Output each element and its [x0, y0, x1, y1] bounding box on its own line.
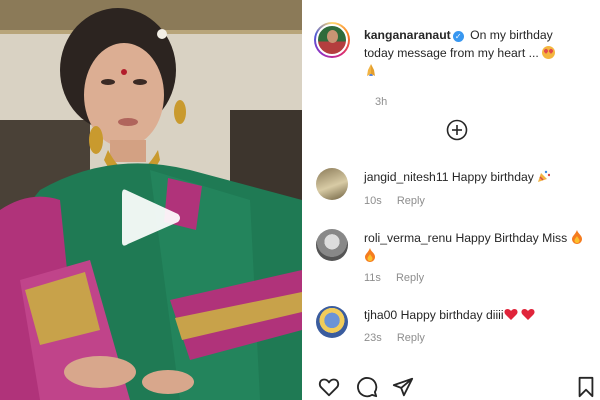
- comment-time: 11s: [364, 272, 381, 284]
- comment-meta: 23s Reply: [364, 332, 425, 344]
- like-icon[interactable]: [318, 376, 340, 398]
- commenter-avatar[interactable]: [316, 168, 348, 200]
- comment-time: 10s: [364, 195, 382, 207]
- caption-username[interactable]: kanganaranaut: [364, 28, 451, 42]
- heart-eyes-emoji-icon: [541, 46, 555, 59]
- party-popper-icon: [538, 170, 551, 182]
- comment-time: 23s: [364, 332, 382, 344]
- folded-hands-emoji-icon: [367, 64, 375, 76]
- play-icon[interactable]: [120, 186, 182, 250]
- comment-username[interactable]: jangid_nitesh11: [364, 170, 448, 184]
- caption-timestamp[interactable]: 3h: [375, 96, 387, 108]
- red-heart-icon: [504, 309, 518, 320]
- save-icon[interactable]: [576, 376, 596, 398]
- verified-badge-icon: ✓: [452, 31, 464, 42]
- reply-button[interactable]: Reply: [397, 195, 425, 207]
- commenter-avatar[interactable]: [316, 306, 348, 338]
- caption-line1: On my birthday: [470, 28, 553, 42]
- caption-text: kanganaranaut ✓ On my birthday today mess…: [364, 27, 596, 79]
- reply-button[interactable]: Reply: [397, 332, 425, 344]
- comment-username[interactable]: roli_verma_renu: [364, 231, 452, 245]
- fire-icon: [365, 248, 375, 262]
- post-side-panel: kanganaranaut ✓ On my birthday today mess…: [302, 0, 600, 400]
- post-video[interactable]: [0, 0, 302, 400]
- comment-meta: 11s Reply: [364, 272, 424, 284]
- comment-icon[interactable]: [356, 376, 378, 398]
- fire-icon: [571, 230, 582, 244]
- load-more-comments-icon[interactable]: [446, 119, 468, 141]
- share-icon[interactable]: [392, 376, 414, 398]
- commenter-avatar[interactable]: [316, 229, 348, 261]
- comment-username[interactable]: tjha00: [364, 308, 397, 322]
- post-action-bar: [316, 376, 600, 400]
- red-heart-icon: [521, 309, 535, 320]
- comment-text: Happy birthday diiii: [400, 308, 504, 322]
- reply-button[interactable]: Reply: [396, 272, 424, 284]
- comment-text: Happy birthday: [451, 170, 534, 184]
- comment-body: tjha00 Happy birthday diiii: [364, 306, 594, 324]
- caption-line2: today message from my heart ...: [364, 46, 539, 60]
- comment-text: Happy Birthday Miss: [455, 231, 568, 245]
- author-avatar[interactable]: [314, 22, 350, 58]
- comment-body: roli_verma_renu Happy Birthday Miss: [364, 229, 594, 265]
- comment-meta: 10s Reply: [364, 195, 425, 207]
- comment-body: jangid_nitesh11 Happy birthday: [364, 168, 594, 186]
